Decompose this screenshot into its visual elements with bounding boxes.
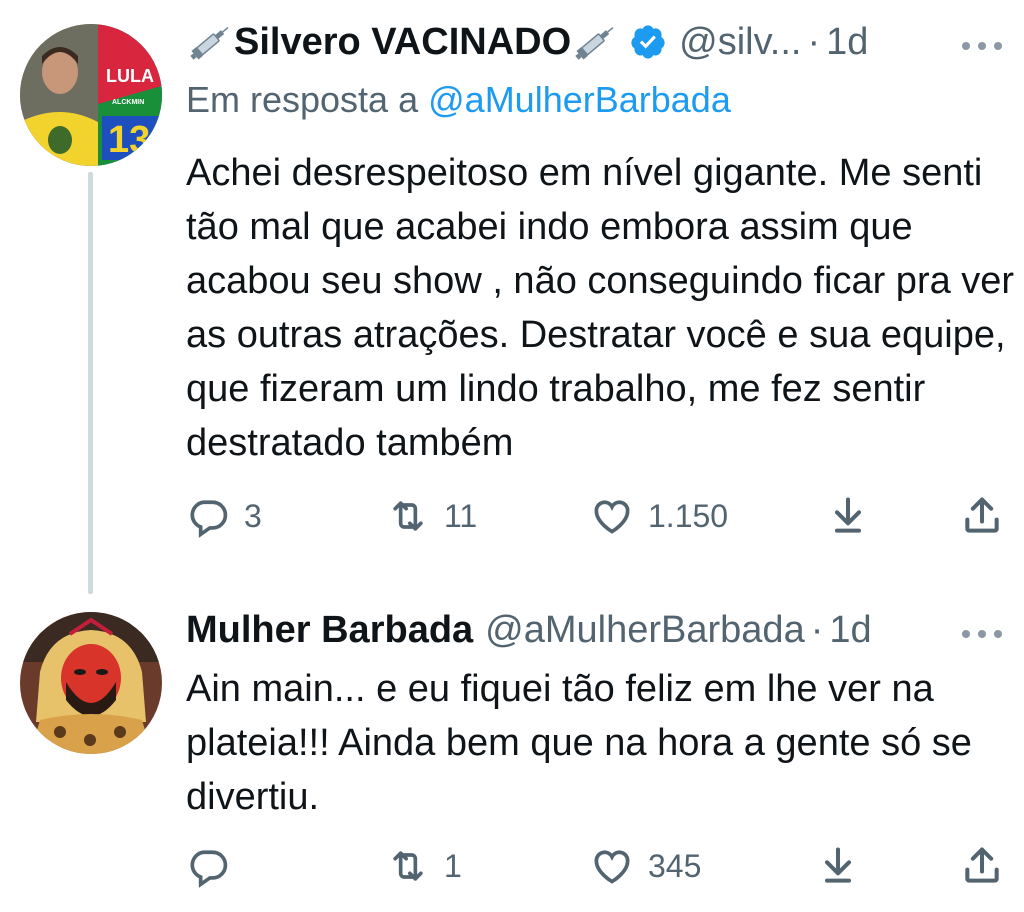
reply-button[interactable]: 3 (186, 490, 262, 542)
avatar-alckmin-text: ALCKMIN (112, 99, 144, 106)
like-icon (594, 500, 630, 534)
download-icon (824, 847, 852, 883)
like-button[interactable]: 1.150 (590, 490, 728, 542)
like-count: 345 (648, 847, 702, 884)
tweet-header: Silvero VACINADO @silv... · 1d (186, 20, 868, 64)
retweet-count: 11 (444, 497, 478, 534)
author-handle[interactable]: @silv... (679, 20, 801, 64)
retweet-button[interactable]: 1 (386, 840, 462, 892)
thread-line (88, 172, 93, 594)
reply-icon (190, 500, 228, 538)
reply-to-line: Em resposta a @aMulherBarbada (186, 78, 731, 122)
tweet-text: Achei desrespeitoso em nível gigante. Me… (186, 152, 1015, 464)
download-icon (834, 497, 862, 533)
reply-icon (190, 850, 228, 888)
reply-count: 3 (244, 497, 262, 534)
author-name[interactable]: Mulher Barbada (186, 608, 473, 652)
reply-button[interactable] (186, 840, 244, 892)
download-button[interactable] (826, 490, 870, 542)
reply-to-mention[interactable]: @aMulherBarbada (428, 79, 731, 120)
syringe-icon (571, 20, 619, 64)
like-button[interactable]: 345 (590, 840, 701, 892)
avatar-lula-text: LULA (106, 66, 154, 86)
download-button[interactable] (816, 840, 860, 892)
tweet-header: Mulher Barbada @aMulherBarbada · 1d (186, 608, 872, 652)
more-icon[interactable] (962, 628, 1002, 640)
reply-to-prefix: Em resposta a (186, 79, 419, 120)
syringe-icon (186, 20, 234, 64)
share-button[interactable] (960, 840, 1004, 892)
retweet-count: 1 (444, 847, 462, 884)
tweet-silvero[interactable]: LULA ALCKMIN 13 Silvero VACINADO @silv..… (0, 0, 1024, 600)
retweet-icon (393, 501, 423, 531)
share-icon (965, 497, 999, 533)
separator-dot: · (807, 21, 821, 63)
share-button[interactable] (960, 490, 1004, 542)
avatar-number-text: 13 (108, 119, 150, 161)
like-icon (594, 850, 630, 884)
retweet-icon (393, 851, 423, 881)
retweet-button[interactable]: 11 (386, 490, 477, 542)
author-handle[interactable]: @aMulherBarbada (485, 608, 805, 652)
tweet-actions: 3 11 1.150 (186, 490, 1006, 542)
author-name[interactable]: Silvero VACINADO (234, 20, 571, 64)
avatar-mulher-barbada[interactable] (20, 612, 162, 754)
verified-badge-icon (629, 23, 667, 61)
more-icon[interactable] (962, 40, 1002, 52)
tweet-time[interactable]: 1d (826, 20, 868, 64)
avatar-silvero[interactable]: LULA ALCKMIN 13 (20, 24, 162, 166)
share-icon (965, 847, 999, 883)
tweet-text: Ain main... e eu fiquei tão feliz em lhe… (186, 668, 972, 818)
tweet-time[interactable]: 1d (829, 608, 871, 652)
like-count: 1.150 (648, 497, 729, 534)
tweet-actions: 1 345 (186, 840, 1006, 892)
separator-dot: · (810, 609, 824, 651)
